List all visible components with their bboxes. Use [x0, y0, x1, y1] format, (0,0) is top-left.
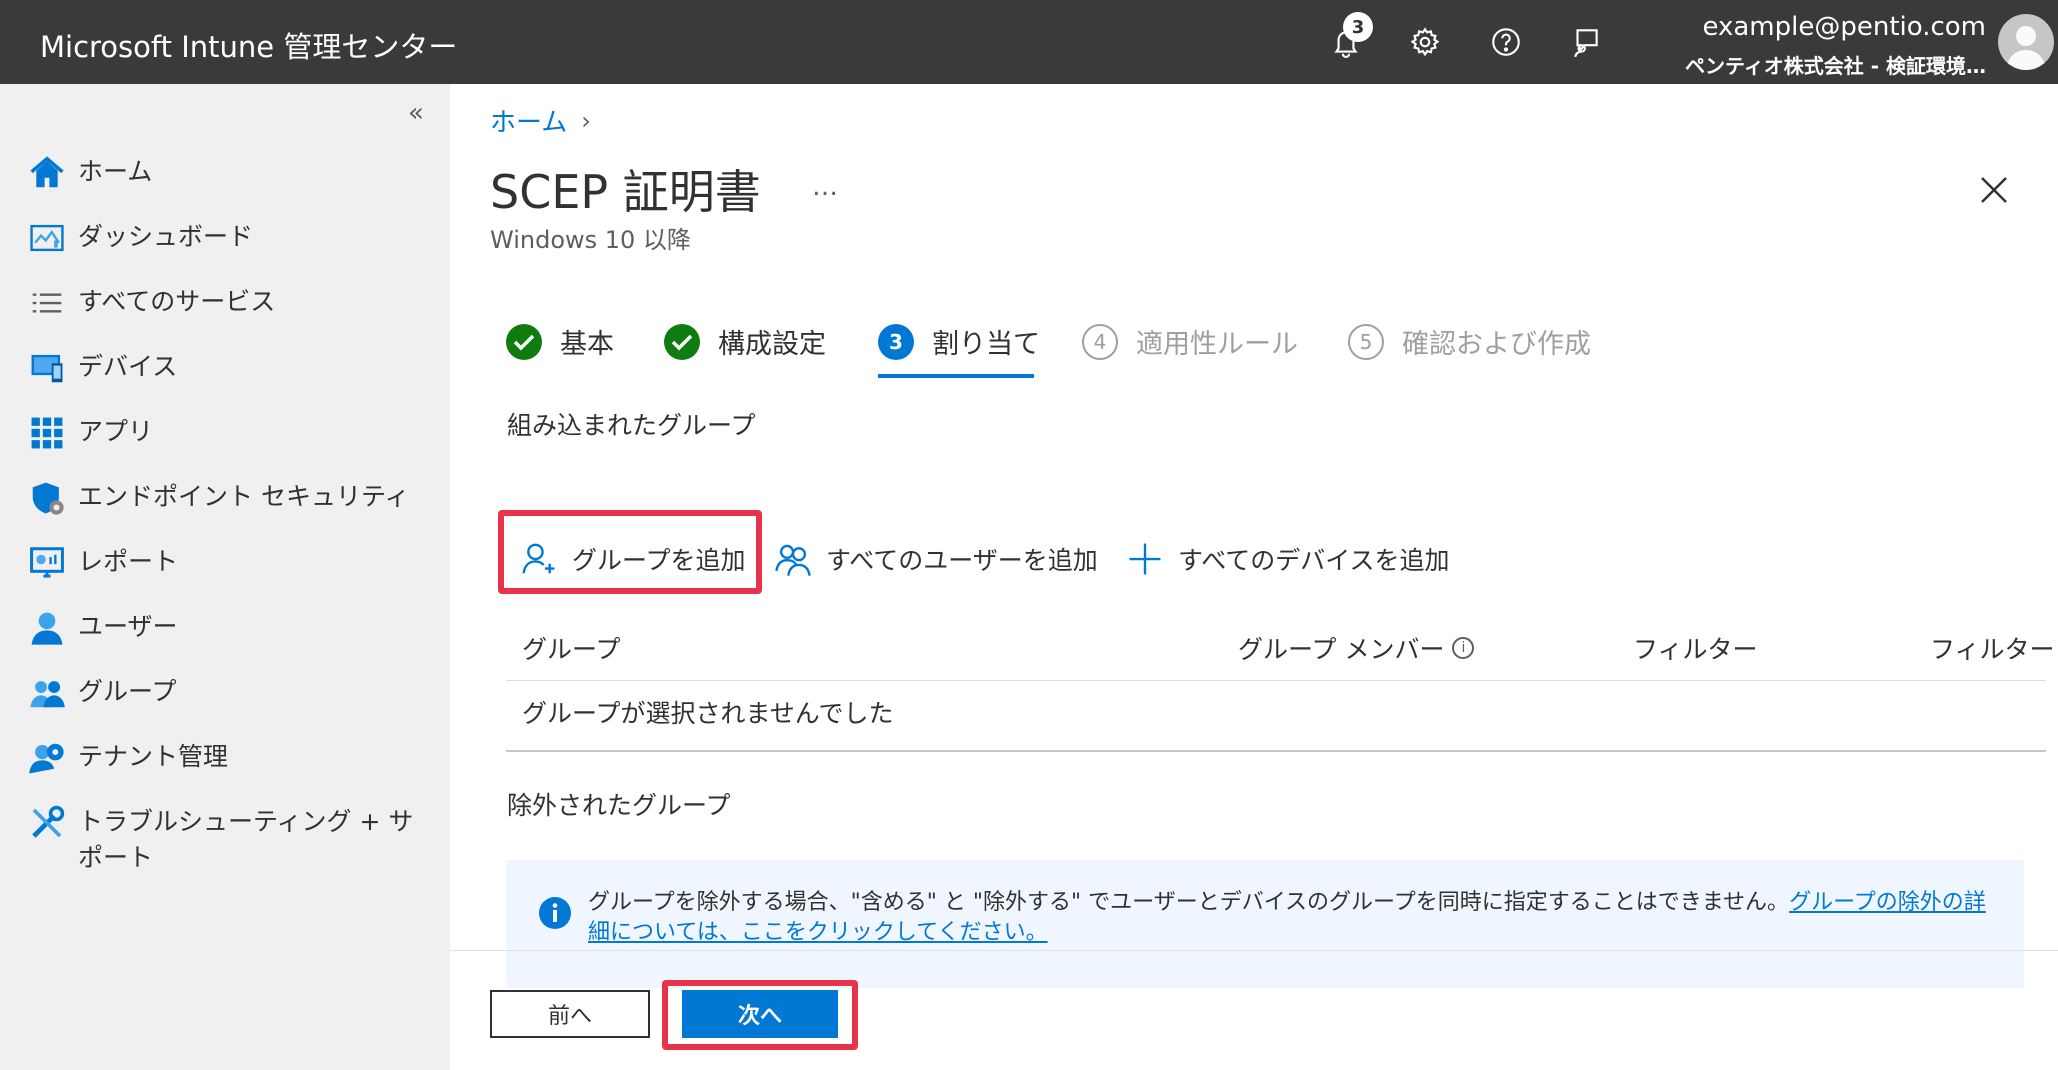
sidebar-item-label: レポート [78, 547, 179, 576]
sidebar-item-endpoint-security[interactable]: エンドポイント セキュリティ [28, 479, 428, 517]
add-all-devices-label: すべてのデバイスを追加 [1178, 546, 1450, 575]
shield-icon [28, 479, 66, 517]
excluded-groups-heading: 除外されたグループ [507, 791, 731, 820]
dashboard-icon [28, 219, 66, 257]
highlight-next-button [662, 980, 858, 1050]
table-bottom-divider [506, 750, 2046, 752]
tools-icon [28, 804, 66, 842]
step-label: 適用性ルール [1136, 329, 1298, 360]
checkmark-circle-icon [664, 323, 700, 360]
sidebar-item-label: トラブルシューティング + サポート [78, 807, 414, 872]
highlight-add-group [498, 510, 762, 594]
checkmark-circle-icon [506, 323, 542, 360]
step-label: 確認および作成 [1402, 329, 1591, 360]
sidebar-item-label: ユーザー [78, 612, 178, 641]
step-label: 割り当て [932, 329, 1040, 360]
notification-badge: 3 [1343, 12, 1373, 42]
feedback-icon[interactable] [1566, 22, 1606, 62]
table-empty-message: グループが選択されませんでした [522, 699, 894, 728]
column-header-group[interactable]: グループ [522, 630, 621, 666]
step-number: 3 [878, 323, 914, 360]
people-icon [775, 544, 811, 576]
top-bar: Microsoft Intune 管理センター 3 example@pentio… [0, 0, 2058, 84]
sidebar-item-apps[interactable]: アプリ [28, 414, 428, 452]
apps-grid-icon [28, 414, 66, 452]
sidebar-item-label: テナント管理 [78, 742, 229, 771]
add-all-users-button[interactable]: すべてのユーザーを追加 [774, 540, 1098, 578]
footer-divider [450, 950, 2058, 951]
info-icon[interactable]: i [1452, 637, 1475, 659]
step-review-create[interactable]: 5 確認および作成 [1348, 322, 1591, 361]
home-icon [28, 154, 66, 192]
page-title: SCEP 証明書 [490, 165, 761, 219]
step-number: 5 [1348, 323, 1384, 360]
sidebar-item-troubleshooting[interactable]: トラブルシューティング + サポート [28, 804, 428, 876]
info-circle-icon [538, 896, 572, 930]
column-header-filter[interactable]: フィルター [1633, 630, 1758, 666]
sidebar-item-devices[interactable]: デバイス [28, 349, 428, 387]
sidebar-item-label: アプリ [78, 417, 154, 446]
column-header-group-members[interactable]: グループ メンバー i [1238, 630, 1475, 666]
step-label: 基本 [560, 329, 614, 360]
active-step-indicator [878, 374, 1034, 378]
sidebar-item-label: すべてのサービス [78, 287, 276, 316]
column-header-filter-mode[interactable]: フィルター [1930, 630, 2055, 666]
previous-button[interactable]: 前へ [490, 990, 650, 1038]
included-groups-title: 組み込まれたグループ [507, 411, 756, 440]
group-icon [28, 674, 66, 712]
info-message-text: グループを除外する場合、"含める" と "除外する" でユーザーとデバイスのグル… [588, 890, 1986, 945]
sidebar-item-users[interactable]: ユーザー [28, 609, 428, 647]
sidebar-item-tenant-admin[interactable]: テナント管理 [28, 739, 428, 777]
step-assignments[interactable]: 3 割り当て [878, 322, 1040, 361]
avatar[interactable] [1998, 14, 2054, 70]
main-content: ホーム › SCEP 証明書 … Windows 10 以降 基本 構成設定 3… [450, 84, 2058, 1070]
page-subtitle: Windows 10 以降 [490, 226, 691, 254]
help-icon[interactable] [1486, 22, 1526, 62]
step-number: 4 [1082, 323, 1118, 360]
sidebar-item-label: エンドポイント セキュリティ [78, 482, 410, 511]
app-title[interactable]: Microsoft Intune 管理センター [40, 24, 457, 66]
device-icon [28, 349, 66, 387]
chevron-right-icon: › [581, 106, 591, 135]
sidebar-item-label: デバイス [78, 352, 178, 381]
report-icon [28, 544, 66, 582]
user-icon [28, 609, 66, 647]
account-tenant[interactable]: ペンティオ株式会社 - 検証環境… [1685, 50, 1986, 79]
step-configuration[interactable]: 構成設定 [664, 322, 826, 361]
breadcrumb-home-link[interactable]: ホーム [490, 102, 567, 139]
table-header-divider [506, 680, 2046, 681]
plus-icon [1129, 543, 1161, 575]
step-label: 構成設定 [718, 329, 826, 360]
sidebar-item-dashboard[interactable]: ダッシュボード [28, 219, 428, 257]
account-email[interactable]: example@pentio.com [1702, 12, 1986, 42]
sidebar-item-label: グループ [78, 677, 177, 706]
add-all-devices-button[interactable]: すべてのデバイスを追加 [1126, 540, 1450, 578]
sidebar: « ホーム ダッシュボード すべてのサービス デバイス アプリ エンドポイント … [0, 84, 450, 1070]
breadcrumb: ホーム › [490, 102, 591, 139]
sidebar-item-groups[interactable]: グループ [28, 674, 428, 712]
close-icon[interactable] [1974, 170, 2014, 210]
sidebar-item-reports[interactable]: レポート [28, 544, 428, 582]
more-options-button[interactable]: … [812, 172, 840, 202]
collapse-sidebar-button[interactable]: « [408, 98, 424, 128]
list-icon [28, 284, 66, 322]
step-applicability-rules[interactable]: 4 適用性ルール [1082, 322, 1298, 361]
add-all-users-label: すべてのユーザーを追加 [826, 546, 1098, 575]
sidebar-item-label: ダッシュボード [78, 222, 254, 251]
step-basics[interactable]: 基本 [506, 322, 614, 361]
sidebar-item-home[interactable]: ホーム [28, 154, 428, 192]
gear-icon[interactable] [1405, 22, 1445, 62]
tenant-gear-icon [28, 739, 66, 777]
info-message-bar: グループを除外する場合、"含める" と "除外する" でユーザーとデバイスのグル… [506, 860, 2024, 988]
sidebar-item-label: ホーム [78, 157, 153, 186]
sidebar-item-all-services[interactable]: すべてのサービス [28, 284, 428, 322]
